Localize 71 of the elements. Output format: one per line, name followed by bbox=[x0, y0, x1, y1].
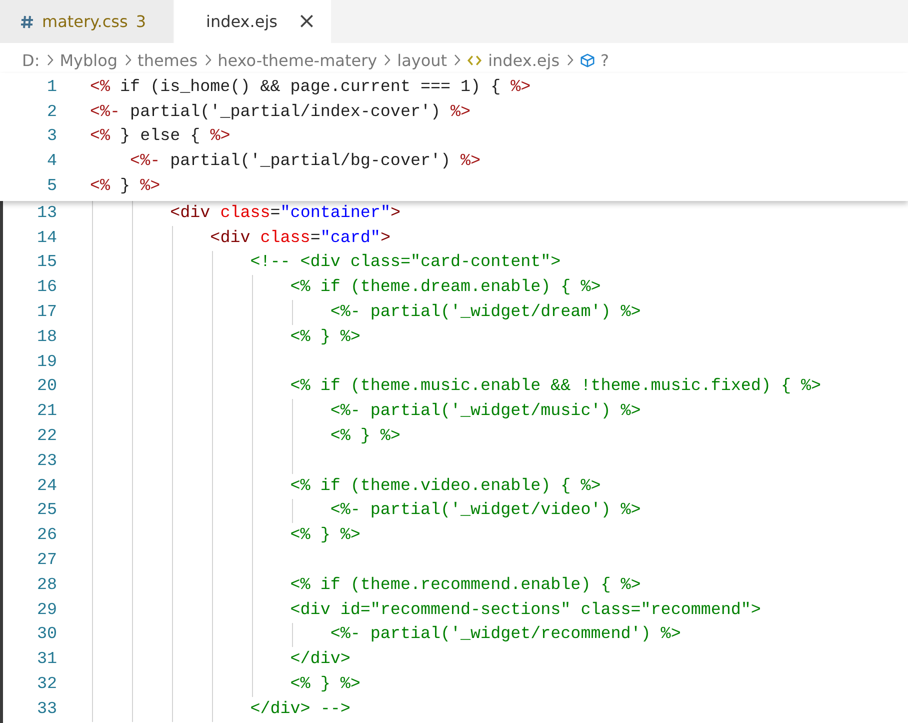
code-line: <% if (is_home() && page.current === 1) { %> bbox=[90, 78, 531, 97]
code-line: <%- partial('_partial/bg-cover') %> bbox=[129, 152, 481, 172]
breadcrumb-item[interactable]: themes bbox=[138, 50, 198, 70]
code-line: <%- partial('_partial/index-cover') %> bbox=[90, 102, 471, 122]
line-number: 33 bbox=[36, 700, 57, 719]
line-number: 28 bbox=[36, 576, 57, 595]
chevron-icon bbox=[204, 54, 212, 66]
code-line: <% } else { %> bbox=[90, 127, 230, 146]
line-number: 26 bbox=[36, 526, 57, 546]
code-line: <% if (theme.recommend.enable) { %> bbox=[289, 576, 641, 595]
line-number: 29 bbox=[36, 600, 57, 620]
line-number: 27 bbox=[36, 551, 57, 570]
cube-icon bbox=[580, 52, 595, 68]
code-line: <%- partial('_widget/dream') %> bbox=[329, 303, 641, 322]
code-brackets-icon bbox=[467, 52, 482, 68]
editor-tab[interactable]: index.ejs × bbox=[174, 0, 332, 43]
code-line: <div class="container"> bbox=[169, 204, 400, 223]
editor-tab[interactable]: matery.css 3 bbox=[0, 0, 174, 43]
line-number: 22 bbox=[36, 427, 57, 446]
chevron-icon bbox=[453, 54, 462, 66]
code-line: <div id="recommend-sections" class="recommend"> bbox=[289, 600, 761, 620]
tab-label: index.ejs bbox=[206, 12, 278, 31]
line-number: 18 bbox=[36, 328, 57, 347]
line-number: 25 bbox=[36, 501, 57, 520]
breadcrumb-item[interactable]: Myblog bbox=[60, 50, 118, 70]
code-line: <% } %> bbox=[289, 328, 360, 347]
code-line: <% } %> bbox=[289, 526, 360, 546]
code-line: <%- partial('_widget/music') %> bbox=[329, 402, 641, 422]
code-line: </div> bbox=[289, 650, 350, 670]
breadcrumb-item[interactable]: ? bbox=[600, 50, 610, 70]
chevron-icon bbox=[124, 54, 132, 66]
line-number: 31 bbox=[36, 650, 57, 670]
line-number: 3 bbox=[46, 127, 57, 146]
chevron-icon bbox=[46, 54, 54, 66]
line-number: 21 bbox=[36, 402, 57, 422]
code-line: <% } %> bbox=[289, 675, 360, 694]
breadcrumb-item[interactable]: layout bbox=[397, 50, 448, 70]
code-line: <div class="card"> bbox=[209, 228, 390, 248]
line-number: 14 bbox=[36, 228, 57, 248]
line-number: 20 bbox=[36, 377, 57, 396]
code-line: <% if (theme.music.enable && !theme.music.fixed) { %> bbox=[289, 377, 822, 396]
line-number: 16 bbox=[36, 278, 57, 298]
breadcrumb-item[interactable]: index.ejs bbox=[488, 50, 560, 70]
chevron-icon bbox=[383, 54, 392, 66]
code-line: <%- partial('_widget/video') %> bbox=[329, 501, 641, 520]
line-number: 32 bbox=[36, 675, 57, 694]
line-number: 13 bbox=[36, 204, 57, 223]
line-number: 2 bbox=[46, 102, 57, 122]
code-line: <% if (theme.dream.enable) { %> bbox=[289, 278, 601, 298]
code-line: <% } %> bbox=[90, 177, 160, 196]
line-number: 4 bbox=[46, 152, 57, 172]
tab-label: matery.css bbox=[42, 12, 128, 31]
code-line: <% if (theme.video.enable) { %> bbox=[289, 476, 601, 496]
line-number: 30 bbox=[36, 625, 57, 644]
problem-count: 3 bbox=[136, 12, 146, 31]
code-line: </div> --> bbox=[249, 700, 350, 719]
line-number: 23 bbox=[36, 452, 57, 471]
line-number: 15 bbox=[36, 253, 57, 272]
line-number: 24 bbox=[36, 476, 57, 496]
code-line: <% } %> bbox=[329, 427, 400, 446]
chevron-icon bbox=[566, 54, 574, 66]
line-number: 19 bbox=[36, 352, 57, 372]
line-number: 5 bbox=[46, 177, 57, 196]
line-number: 17 bbox=[36, 303, 57, 322]
code-line: <!-- <div class="card-content"> bbox=[249, 253, 561, 272]
hash-icon bbox=[20, 14, 34, 28]
line-number: 1 bbox=[46, 78, 57, 97]
code-line: <%- partial('_widget/recommend') %> bbox=[329, 625, 681, 644]
breadcrumb-item[interactable]: D: bbox=[22, 50, 40, 70]
breadcrumb-item[interactable]: hexo-theme-matery bbox=[218, 50, 378, 70]
close-icon[interactable]: × bbox=[297, 10, 316, 32]
